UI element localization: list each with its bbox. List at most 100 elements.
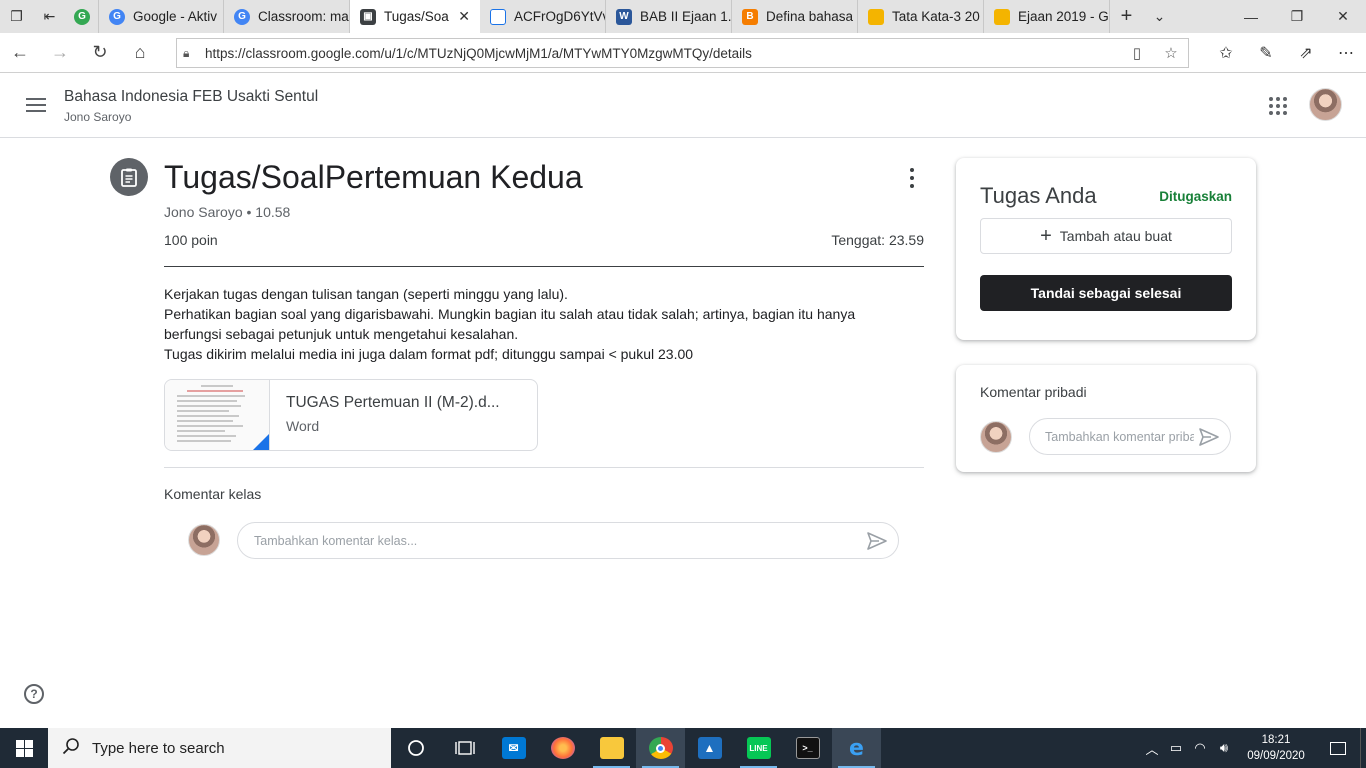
attachment-type: Word	[286, 418, 320, 434]
assignment-title: Tugas/SoalPertemuan Kedua	[164, 159, 583, 195]
word-file-icon	[253, 434, 269, 450]
battery-icon[interactable]: ▭	[1164, 740, 1188, 756]
cortana-icon[interactable]	[391, 728, 440, 768]
instruction-line: Tugas dikirim melalui media ini juga dal…	[164, 346, 694, 362]
volume-icon[interactable]: 🔊︎	[1212, 740, 1236, 756]
search-icon	[62, 737, 80, 759]
attachment-card[interactable]: TUGAS Pertemuan II (M-2).d... Word	[164, 379, 538, 451]
back-icon[interactable]: ←	[0, 33, 40, 73]
slides-icon	[868, 8, 884, 25]
tab-title: Tata Kata-3 20	[892, 9, 980, 24]
class-name[interactable]: Bahasa Indonesia FEB Usakti Sentul	[64, 88, 318, 106]
lock-icon[interactable]: 🔒︎	[183, 46, 205, 61]
set-aside-tabs-icon[interactable]: ⇤	[33, 0, 66, 33]
edge-icon[interactable]: e	[832, 728, 881, 768]
forward-icon[interactable]: →	[40, 33, 80, 73]
taskbar-search-placeholder[interactable]: Type here to search	[92, 740, 225, 757]
page-icon	[490, 8, 506, 25]
window-controls: — ❐ ✕	[1228, 0, 1366, 33]
mail-app-icon[interactable]: ✉	[489, 728, 538, 768]
notes-pen-icon[interactable]: ✎	[1246, 43, 1286, 63]
google-icon: G	[234, 8, 250, 25]
chrome-icon[interactable]	[636, 728, 685, 768]
send-icon[interactable]	[866, 531, 888, 554]
mark-as-done-button[interactable]: Tandai sebagai selesai	[980, 275, 1232, 311]
assignment-points: 100 poin	[164, 232, 218, 248]
notifications-icon[interactable]	[1316, 741, 1360, 755]
class-teacher: Jono Saroyo	[64, 110, 132, 124]
reading-view-icon[interactable]: ▯	[1120, 44, 1154, 62]
tab-list-chevron-icon[interactable]: ⌄	[1143, 0, 1176, 33]
private-comment-placeholder[interactable]: Tambahkan komentar pribadi...	[1045, 430, 1217, 444]
comments-divider	[164, 467, 924, 468]
tab-actions-icon[interactable]: ❐	[0, 0, 33, 33]
show-desktop-button[interactable]	[1360, 728, 1366, 768]
instruction-line: Perhatikan bagian soal yang digarisbawah…	[164, 306, 856, 342]
windows-taskbar: Type here to search ✉ ▲ LINE >_ e ︿ ▭ ◠ …	[0, 728, 1366, 768]
main-menu-icon[interactable]	[26, 98, 46, 112]
task-view-icon[interactable]	[440, 728, 489, 768]
attachment-thumbnail	[165, 380, 270, 450]
more-options-icon[interactable]	[904, 168, 920, 188]
browser-tab[interactable]: ACFrOgD6YtVv	[480, 0, 606, 33]
private-comments-label: Komentar pribadi	[980, 384, 1087, 400]
browser-tab[interactable]: Ejaan 2019 - G	[984, 0, 1110, 33]
classroom-header: Bahasa Indonesia FEB Usakti Sentul Jono …	[0, 73, 1366, 138]
browser-tab[interactable]: Tata Kata-3 20	[858, 0, 984, 33]
photos-icon[interactable]: ▲	[685, 728, 734, 768]
wifi-icon[interactable]: ◠	[1188, 740, 1212, 756]
browser-tab[interactable]: G Google - Aktiv	[99, 0, 224, 33]
extension-icon: G	[74, 8, 90, 25]
url-text[interactable]: https://classroom.google.com/u/1/c/MTUzN…	[205, 46, 1120, 61]
restore-icon[interactable]: ❐	[1274, 8, 1320, 25]
system-tray: ︿ ▭ ◠ 🔊︎ 18:21 09/09/2020	[1140, 728, 1366, 768]
browser-tab[interactable]: W BAB II Ejaan 1.d	[606, 0, 732, 33]
send-icon[interactable]	[1194, 427, 1220, 450]
plus-icon: +	[1040, 225, 1052, 247]
minimize-icon[interactable]: —	[1228, 9, 1274, 25]
address-bar[interactable]: 🔒︎ https://classroom.google.com/u/1/c/MT…	[176, 38, 1189, 68]
tab-title: Defina bahasa	[766, 9, 854, 24]
home-icon[interactable]: ⌂	[120, 33, 160, 73]
tab-title: Ejaan 2019 - G	[1018, 9, 1109, 24]
share-icon[interactable]: ⇗	[1286, 43, 1326, 63]
favorite-star-icon[interactable]: ☆	[1154, 44, 1188, 62]
chevron-up-icon[interactable]: ︿	[1140, 739, 1164, 758]
close-tab-icon[interactable]: ✕	[458, 8, 470, 25]
add-or-create-label: Tambah atau buat	[1059, 228, 1172, 244]
tab-title: BAB II Ejaan 1.d	[640, 9, 732, 24]
classroom-icon: ▣	[360, 8, 376, 25]
file-explorer-icon[interactable]	[587, 728, 636, 768]
taskbar-clock[interactable]: 18:21 09/09/2020	[1236, 732, 1316, 764]
tab-title: Tugas/Soa	[384, 9, 449, 24]
google-apps-icon[interactable]	[1269, 97, 1287, 115]
attachment-name[interactable]: TUGAS Pertemuan II (M-2).d...	[286, 394, 500, 412]
browser-tab-active[interactable]: ▣ Tugas/Soa ✕	[350, 0, 480, 33]
more-icon[interactable]: ⋯	[1326, 43, 1366, 63]
line-app-icon[interactable]: LINE	[734, 728, 783, 768]
private-comments-card: Komentar pribadi Tambahkan komentar prib…	[956, 365, 1256, 472]
assignment-icon	[110, 158, 148, 196]
browser-tab[interactable]: B Defina bahasa	[732, 0, 858, 33]
class-comment-input[interactable]: Tambahkan komentar kelas...	[237, 522, 899, 559]
account-avatar[interactable]	[1309, 88, 1342, 121]
terminal-icon[interactable]: >_	[783, 728, 832, 768]
refresh-icon[interactable]: ↻	[80, 33, 120, 73]
help-icon[interactable]: ?	[24, 684, 44, 704]
blogger-icon: B	[742, 8, 758, 25]
clock-date: 09/09/2020	[1247, 750, 1305, 762]
browser-tab[interactable]: G Classroom: ma	[224, 0, 350, 33]
class-comments-label: Komentar kelas	[164, 486, 262, 502]
avatar	[188, 524, 220, 556]
windows-start-icon[interactable]	[0, 728, 48, 768]
private-comment-input[interactable]: Tambahkan komentar pribadi...	[1029, 418, 1231, 455]
new-tab-icon[interactable]: +	[1110, 0, 1143, 33]
class-comment-placeholder[interactable]: Tambahkan komentar kelas...	[254, 534, 417, 548]
favorites-icon[interactable]: ✩	[1206, 43, 1246, 63]
add-or-create-button[interactable]: + Tambah atau buat	[980, 218, 1232, 254]
taskbar-search-box[interactable]: Type here to search	[48, 728, 391, 768]
word-icon: W	[616, 8, 632, 25]
firefox-icon[interactable]	[538, 728, 587, 768]
close-window-icon[interactable]: ✕	[1320, 8, 1366, 25]
pinned-tab[interactable]: G	[66, 0, 99, 33]
